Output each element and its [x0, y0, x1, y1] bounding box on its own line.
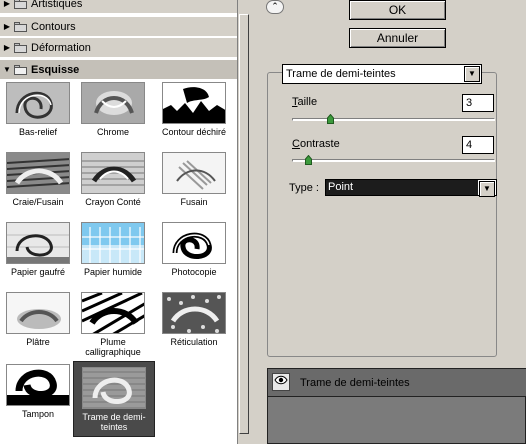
filter-select-value: Trame de demi-teintes [286, 68, 396, 80]
filter-preview [81, 222, 145, 264]
effect-layer-name: Trame de demi-teintes [300, 377, 410, 389]
filter-label: Papier humide [83, 267, 143, 277]
filter-preview [6, 82, 70, 124]
filter-label: Plume calligraphique [85, 337, 141, 357]
folder-label: Artistiques [31, 0, 83, 10]
filter-label: Réticulation [170, 337, 218, 347]
collapse-arrow-icon[interactable]: ▼ [0, 65, 14, 74]
filter-label: Plâtre [26, 337, 50, 347]
filter-preview [6, 292, 70, 334]
size-input[interactable]: 3 [462, 94, 494, 112]
gallery-scrollbar[interactable] [237, 0, 249, 444]
filter-label: Craie/Fusain [12, 197, 64, 207]
filter-label: Bas-relief [18, 127, 57, 137]
filter-preview [162, 82, 226, 124]
folder-deformation[interactable]: ▶ Déformation [0, 38, 237, 58]
filter-label: Fusain [180, 197, 208, 207]
filter-label: Chrome [96, 127, 129, 137]
filter-label: Tampon [21, 409, 55, 419]
effect-layers-panel: Trame de demi-teintes [267, 368, 526, 444]
filter-thumb-papier-gaufre[interactable]: Papier gaufré [2, 222, 74, 277]
filter-preview [82, 367, 146, 409]
folder-contours[interactable]: ▶ Contours [0, 17, 237, 37]
cancel-button[interactable]: Annuler [349, 28, 446, 48]
type-label: Type : [289, 182, 319, 194]
folder-icon [14, 0, 27, 9]
filter-preview [6, 222, 70, 264]
contrast-slider-thumb[interactable] [305, 155, 312, 165]
filter-preview [6, 364, 70, 406]
filter-thumb-plume-calligraphique[interactable]: Plume calligraphique [77, 292, 149, 357]
folder-label: Contours [31, 20, 76, 33]
contrast-slider[interactable] [292, 155, 495, 165]
contrast-input[interactable]: 4 [462, 136, 494, 154]
size-slider[interactable] [292, 114, 495, 124]
expand-arrow-icon[interactable]: ▶ [0, 0, 14, 8]
filter-label: Contour déchiré [161, 127, 227, 137]
filter-thumb-fusain[interactable]: Fusain [158, 152, 230, 207]
filter-preview [162, 152, 226, 194]
scrollbar-thumb[interactable] [239, 14, 249, 434]
folder-icon [14, 42, 27, 53]
filter-thumb-tampon[interactable]: Tampon [2, 364, 74, 419]
filter-thumb-trame-de-demi-teintes[interactable]: Trame de demi-teintes [73, 361, 155, 437]
size-label: Taille [292, 96, 318, 108]
filter-thumb-platre[interactable]: Plâtre [2, 292, 74, 347]
folder-icon [14, 21, 27, 32]
folder-label: Déformation [31, 41, 91, 54]
filter-thumb-papier-humide[interactable]: Papier humide [77, 222, 149, 277]
collapse-gallery-button[interactable]: ⌃ [266, 0, 284, 14]
filter-thumb-chrome[interactable]: Chrome [77, 82, 149, 137]
filter-thumb-photocopie[interactable]: Photocopie [158, 222, 230, 277]
filter-thumb-bas-relief[interactable]: Bas-relief [2, 82, 74, 137]
chevron-down-icon[interactable]: ▼ [479, 181, 495, 197]
effect-layer-row[interactable]: Trame de demi-teintes [268, 369, 526, 397]
type-select[interactable]: Point ▼ [325, 179, 497, 197]
filter-label: Papier gaufré [10, 267, 66, 277]
filter-gallery: ▶ Artistiques ▶ Contours ▶ Déformation ▼… [0, 0, 237, 444]
filter-thumb-reticulation[interactable]: Réticulation [158, 292, 230, 347]
size-slider-thumb[interactable] [327, 114, 334, 124]
folder-artistiques[interactable]: ▶ Artistiques [0, 0, 237, 14]
folder-esquisse[interactable]: ▼ Esquisse [0, 60, 237, 80]
contrast-label: Contraste [292, 138, 340, 150]
filter-preview [162, 292, 226, 334]
filter-preview [6, 152, 70, 194]
eye-icon[interactable] [272, 373, 290, 391]
filter-thumb-crayon-conte[interactable]: Crayon Conté [77, 152, 149, 207]
filter-thumb-contour-dechire[interactable]: Contour déchiré [158, 82, 230, 137]
type-select-value: Point [326, 180, 478, 195]
filter-preview [81, 152, 145, 194]
filter-settings-panel [267, 72, 497, 357]
expand-arrow-icon[interactable]: ▶ [0, 22, 14, 31]
filter-label: Photocopie [171, 267, 217, 277]
filter-label: Trame de demi-teintes [82, 412, 146, 432]
filter-preview [81, 292, 145, 334]
folder-open-icon [14, 64, 27, 75]
chevron-up-double-icon: ⌃ [271, 1, 279, 11]
filter-preview [81, 82, 145, 124]
filter-label: Crayon Conté [85, 197, 141, 207]
filter-select[interactable]: Trame de demi-teintes ▼ [282, 64, 482, 84]
chevron-down-icon[interactable]: ▼ [464, 66, 480, 82]
filter-thumb-craie-fusain[interactable]: Craie/Fusain [2, 152, 74, 207]
expand-arrow-icon[interactable]: ▶ [0, 43, 14, 52]
ok-button[interactable]: OK [349, 0, 446, 20]
folder-label: Esquisse [31, 63, 80, 76]
filter-preview [162, 222, 226, 264]
